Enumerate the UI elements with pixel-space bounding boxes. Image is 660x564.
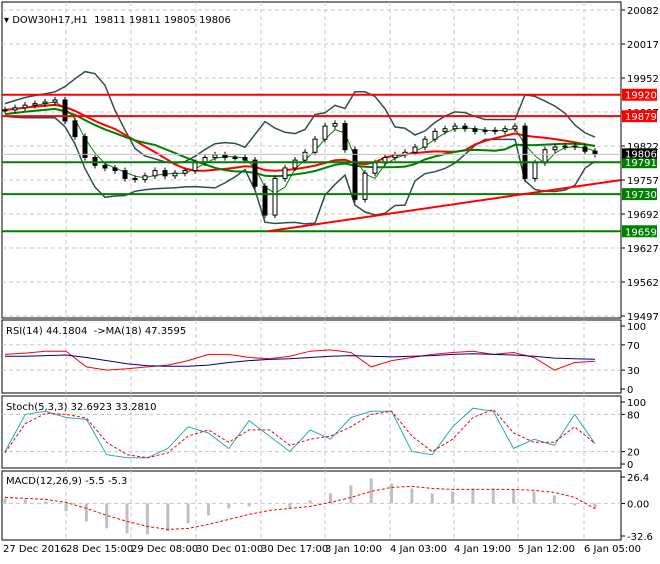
y-tick-label: 19562	[627, 278, 659, 289]
y-tick-label: 20	[627, 448, 640, 459]
candle	[562, 145, 568, 148]
candle	[302, 151, 308, 161]
candle	[392, 154, 398, 159]
x-tick-label: 28 Dec 15:00	[66, 544, 133, 555]
y-tick-label: 0.00	[627, 499, 649, 510]
y-tick-label: 80	[627, 410, 640, 421]
candle	[252, 159, 258, 187]
candle	[122, 170, 128, 179]
candle	[522, 125, 528, 179]
candle	[512, 125, 518, 130]
candle	[72, 120, 78, 138]
candle	[112, 167, 118, 172]
stoch-title: Stoch(5,3,3) 32.6923 33.2810	[6, 402, 157, 413]
candle	[552, 146, 558, 151]
candle	[132, 177, 138, 180]
candle	[272, 177, 278, 216]
candle	[502, 128, 508, 132]
y-tick-label: 19952	[627, 74, 659, 85]
candle	[162, 170, 168, 177]
chart-header: ▾ DOW30H17,H1 19811 19811 19805 19806	[4, 4, 231, 26]
candle	[262, 185, 268, 216]
candle	[212, 154, 218, 159]
stoch-main-line	[4, 407, 596, 459]
candle	[172, 172, 178, 177]
candle	[192, 162, 198, 172]
candle	[152, 170, 158, 177]
y-tick-label: 20082	[627, 6, 659, 17]
symbol-label: DOW30H17,H1	[12, 15, 88, 26]
level-label: 19730	[625, 190, 657, 201]
x-tick-label: 30 Dec 17:00	[261, 544, 328, 555]
y-tick-label: 19757	[627, 176, 659, 187]
rsi-title: RSI(14) 44.1804 ->MA(18) 47.3595	[6, 326, 187, 337]
candle	[472, 128, 478, 132]
candle	[452, 125, 458, 130]
y-tick-label: 19692	[627, 210, 659, 221]
candle	[482, 129, 488, 132]
macd-title: MACD(12,26,9) -5.5 -5.3	[6, 476, 128, 487]
candle	[22, 104, 28, 109]
candle	[352, 149, 358, 200]
y-tick-label: 20017	[627, 40, 659, 51]
candle	[242, 157, 248, 161]
ohlc-label: 19811 19811 19805 19806	[94, 15, 231, 26]
stoch-signal-line	[4, 408, 596, 459]
candle	[232, 157, 238, 160]
level-label: 19659	[625, 227, 657, 238]
rsi-line	[4, 349, 596, 371]
y-tick-label: 19627	[627, 244, 659, 255]
y-tick-label: 0	[627, 460, 633, 471]
candle	[542, 149, 548, 164]
candle	[442, 128, 448, 132]
candle	[182, 170, 188, 174]
y-tick-label: -32.6	[627, 532, 653, 543]
candle	[532, 162, 538, 179]
candle	[372, 162, 378, 174]
dropdown-arrow-icon[interactable]: ▾	[4, 15, 12, 26]
x-tick-label: 29 Dec 08:00	[131, 544, 198, 555]
x-tick-label: 6 Jan 05:00	[584, 544, 641, 555]
y-tick-label: 100	[627, 398, 646, 409]
candle	[62, 99, 68, 122]
candle	[12, 107, 18, 111]
level-label: 19920	[625, 91, 657, 102]
candle	[142, 175, 148, 180]
candle	[422, 138, 428, 148]
macd-signal-line	[4, 485, 596, 530]
candle	[332, 123, 338, 127]
candle	[52, 99, 58, 103]
x-tick-label: 4 Jan 03:00	[390, 544, 447, 555]
current-price-label: 19806	[625, 149, 657, 160]
candle	[102, 164, 108, 169]
candle	[572, 145, 578, 148]
x-tick-label: 5 Jan 12:00	[518, 544, 575, 555]
y-tick-label: 0	[627, 385, 633, 396]
candle	[2, 109, 8, 112]
rsi-ma-line	[5, 353, 596, 367]
y-tick-label: 30	[627, 366, 640, 377]
candle	[362, 172, 368, 200]
x-tick-label: 4 Jan 19:00	[454, 544, 511, 555]
candle	[342, 123, 348, 151]
level-label: 19879	[625, 112, 657, 123]
y-tick-label: 26.4	[627, 473, 649, 484]
x-tick-label: 27 Dec 2016	[3, 544, 67, 555]
candle	[432, 130, 438, 140]
candle	[282, 167, 288, 179]
candle	[312, 138, 318, 153]
x-tick-label: 3 Jan 10:00	[325, 544, 382, 555]
candle	[492, 129, 498, 132]
candle	[582, 146, 588, 152]
candle	[42, 101, 48, 105]
candle	[222, 154, 228, 159]
candle	[322, 125, 328, 140]
y-tick-label: 100	[627, 322, 646, 333]
chart-window: 2008220017199521988719822197571969219627…	[0, 0, 660, 560]
candle	[412, 146, 418, 153]
candle	[32, 103, 38, 106]
x-tick-label: 30 Dec 01:00	[196, 544, 263, 555]
y-tick-label: 70	[627, 341, 640, 352]
candle	[462, 125, 468, 130]
